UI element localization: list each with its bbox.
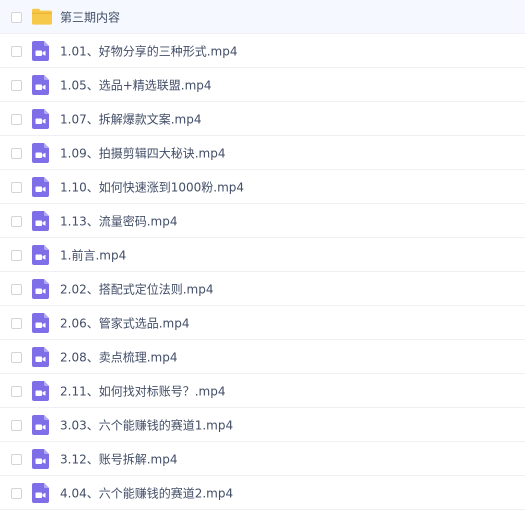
file-row[interactable]: 1.前言.mp4 xyxy=(0,238,525,272)
file-row[interactable]: 2.11、如何找对标账号？.mp4 xyxy=(0,374,525,408)
video-file-icon xyxy=(32,482,49,503)
file-name: 1.05、选品+精选联盟.mp4 xyxy=(60,78,212,92)
row-checkbox[interactable] xyxy=(11,487,22,499)
file-name: 2.06、管家式选品.mp4 xyxy=(60,316,190,330)
file-row[interactable]: 2.06、管家式选品.mp4 xyxy=(0,306,525,340)
folder-name: 第三期内容 xyxy=(60,10,121,24)
file-name: 3.03、六个能赚钱的赛道1.mp4 xyxy=(60,418,234,432)
file-name: 3.12、账号拆解.mp4 xyxy=(60,452,178,466)
row-checkbox[interactable] xyxy=(11,385,22,397)
video-file-icon xyxy=(32,108,49,129)
row-checkbox[interactable] xyxy=(11,249,22,261)
video-file-icon xyxy=(32,278,49,299)
file-row[interactable]: 1.05、选品+精选联盟.mp4 xyxy=(0,68,525,102)
folder-row[interactable]: 第三期内容 xyxy=(0,0,525,34)
video-file-icon xyxy=(32,380,49,401)
video-file-icon xyxy=(32,312,49,333)
row-checkbox[interactable] xyxy=(11,147,22,159)
file-list: 第三期内容 1.01、好物分享的三种形式.mp4 1.05、选品+精选联盟.mp4… xyxy=(0,0,525,528)
file-name: 1.前言.mp4 xyxy=(60,248,127,262)
file-name: 2.02、搭配式定位法则.mp4 xyxy=(60,282,214,296)
video-file-icon xyxy=(32,142,49,163)
file-row[interactable]: 1.13、流量密码.mp4 xyxy=(0,204,525,238)
file-row[interactable]: 2.02、搭配式定位法则.mp4 xyxy=(0,272,525,306)
file-row[interactable]: 1.01、好物分享的三种形式.mp4 xyxy=(0,34,525,68)
video-file-icon xyxy=(32,448,49,469)
file-row[interactable]: 1.10、如何快速涨到1000粉.mp4 xyxy=(0,170,525,204)
row-checkbox[interactable] xyxy=(11,419,22,431)
row-checkbox[interactable] xyxy=(11,283,22,295)
file-name: 2.11、如何找对标账号？.mp4 xyxy=(60,384,226,398)
file-name: 1.13、流量密码.mp4 xyxy=(60,214,178,228)
row-checkbox[interactable] xyxy=(11,45,22,57)
row-checkbox[interactable] xyxy=(11,453,22,465)
file-row[interactable]: 1.09、拍摄剪辑四大秘诀.mp4 xyxy=(0,136,525,170)
row-checkbox[interactable] xyxy=(11,11,22,23)
video-file-icon xyxy=(32,244,49,265)
video-file-icon xyxy=(32,210,49,231)
file-name: 1.10、如何快速涨到1000粉.mp4 xyxy=(60,180,245,194)
row-checkbox[interactable] xyxy=(11,215,22,227)
file-row[interactable]: 4.04、六个能赚钱的赛道2.mp4 xyxy=(0,476,525,510)
file-row[interactable]: 3.12、账号拆解.mp4 xyxy=(0,442,525,476)
row-checkbox[interactable] xyxy=(11,113,22,125)
file-rows: 1.01、好物分享的三种形式.mp4 1.05、选品+精选联盟.mp4 1.07、拆… xyxy=(0,34,525,510)
file-name: 1.09、拍摄剪辑四大秘诀.mp4 xyxy=(60,146,226,160)
file-row[interactable]: 2.08、卖点梳理.mp4 xyxy=(0,340,525,374)
row-checkbox[interactable] xyxy=(11,317,22,329)
row-checkbox[interactable] xyxy=(11,181,22,193)
video-file-icon xyxy=(32,346,49,367)
row-checkbox[interactable] xyxy=(11,351,22,363)
video-file-icon xyxy=(32,74,49,95)
file-name: 2.08、卖点梳理.mp4 xyxy=(60,350,178,364)
file-row[interactable]: 1.07、拆解爆款文案.mp4 xyxy=(0,102,525,136)
video-file-icon xyxy=(32,176,49,197)
file-name: 1.07、拆解爆款文案.mp4 xyxy=(60,112,202,126)
file-row[interactable]: 3.03、六个能赚钱的赛道1.mp4 xyxy=(0,408,525,442)
folder-icon xyxy=(32,8,52,25)
file-name: 4.04、六个能赚钱的赛道2.mp4 xyxy=(60,486,234,500)
row-checkbox[interactable] xyxy=(11,79,22,91)
file-name: 1.01、好物分享的三种形式.mp4 xyxy=(60,44,238,58)
video-file-icon xyxy=(32,40,49,61)
video-file-icon xyxy=(32,414,49,435)
